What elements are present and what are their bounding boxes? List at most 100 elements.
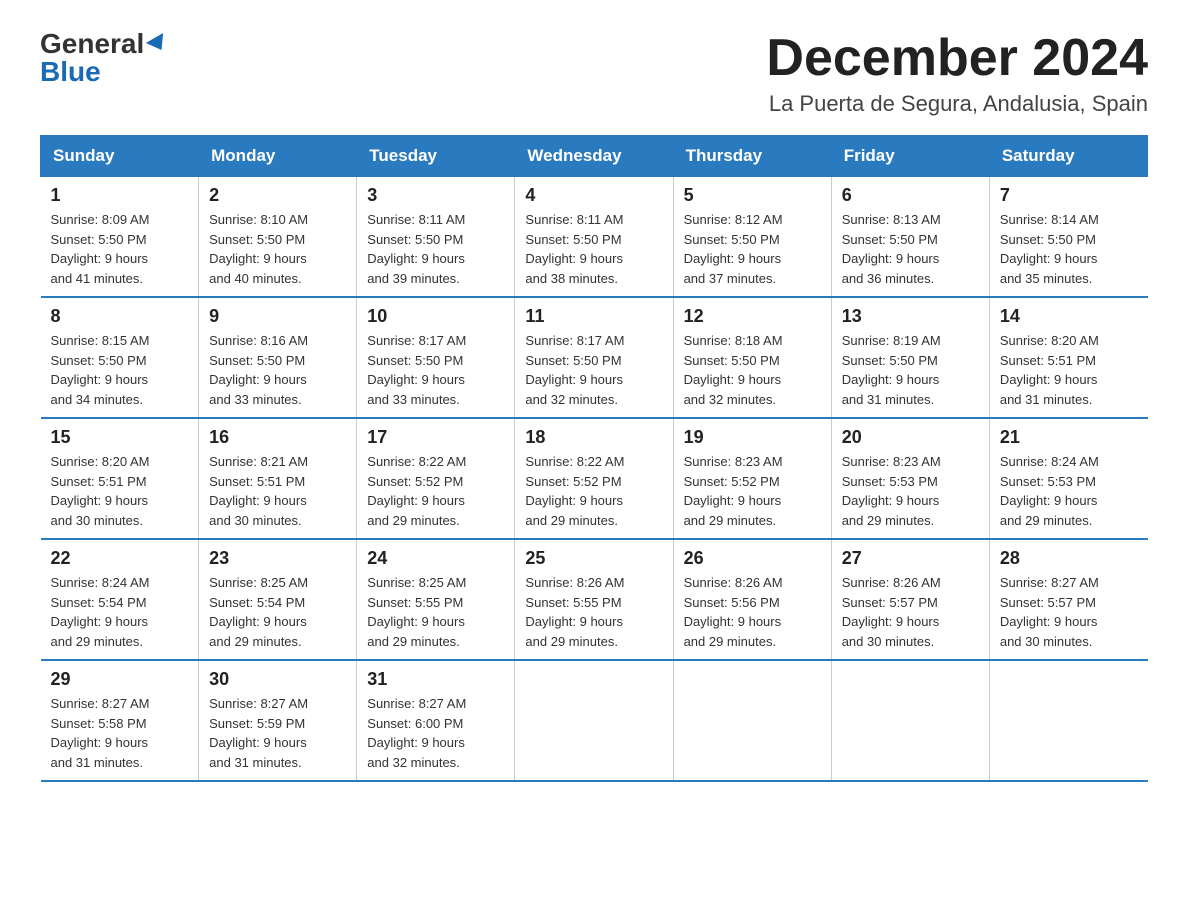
day-info: Sunrise: 8:18 AMSunset: 5:50 PMDaylight:… (684, 331, 821, 409)
day-info: Sunrise: 8:17 AMSunset: 5:50 PMDaylight:… (525, 331, 662, 409)
day-info: Sunrise: 8:14 AMSunset: 5:50 PMDaylight:… (1000, 210, 1138, 288)
day-number: 7 (1000, 185, 1138, 206)
day-number: 17 (367, 427, 504, 448)
day-info: Sunrise: 8:23 AMSunset: 5:52 PMDaylight:… (684, 452, 821, 530)
day-info: Sunrise: 8:23 AMSunset: 5:53 PMDaylight:… (842, 452, 979, 530)
day-info: Sunrise: 8:27 AMSunset: 5:59 PMDaylight:… (209, 694, 346, 772)
day-number: 26 (684, 548, 821, 569)
calendar-header-row: SundayMondayTuesdayWednesdayThursdayFrid… (41, 136, 1148, 177)
calendar-cell: 6 Sunrise: 8:13 AMSunset: 5:50 PMDaylight… (831, 177, 989, 298)
calendar-cell: 31 Sunrise: 8:27 AMSunset: 6:00 PMDayligh… (357, 660, 515, 781)
calendar-cell: 23 Sunrise: 8:25 AMSunset: 5:54 PMDayligh… (199, 539, 357, 660)
calendar-cell: 1Sunrise: 8:09 AMSunset: 5:50 PMDaylight… (41, 177, 199, 298)
day-info: Sunrise: 8:26 AMSunset: 5:56 PMDaylight:… (684, 573, 821, 651)
day-info: Sunrise: 8:26 AMSunset: 5:57 PMDaylight:… (842, 573, 979, 651)
header-saturday: Saturday (989, 136, 1147, 177)
header-wednesday: Wednesday (515, 136, 673, 177)
day-number: 22 (51, 548, 189, 569)
calendar-cell: 12 Sunrise: 8:18 AMSunset: 5:50 PMDayligh… (673, 297, 831, 418)
day-info: Sunrise: 8:27 AMSunset: 5:57 PMDaylight:… (1000, 573, 1138, 651)
day-number: 14 (1000, 306, 1138, 327)
calendar-week-row: 1Sunrise: 8:09 AMSunset: 5:50 PMDaylight… (41, 177, 1148, 298)
day-number: 28 (1000, 548, 1138, 569)
day-info: Sunrise: 8:20 AMSunset: 5:51 PMDaylight:… (51, 452, 189, 530)
logo-general-text: General (40, 30, 144, 58)
calendar-cell: 15 Sunrise: 8:20 AMSunset: 5:51 PMDayligh… (41, 418, 199, 539)
calendar-cell: 4 Sunrise: 8:11 AMSunset: 5:50 PMDaylight… (515, 177, 673, 298)
day-info: Sunrise: 8:26 AMSunset: 5:55 PMDaylight:… (525, 573, 662, 651)
calendar-cell: 27 Sunrise: 8:26 AMSunset: 5:57 PMDayligh… (831, 539, 989, 660)
calendar-week-row: 29 Sunrise: 8:27 AMSunset: 5:58 PMDayligh… (41, 660, 1148, 781)
day-info: Sunrise: 8:25 AMSunset: 5:54 PMDaylight:… (209, 573, 346, 651)
title-block: December 2024 La Puerta de Segura, Andal… (766, 30, 1148, 117)
day-info: Sunrise: 8:20 AMSunset: 5:51 PMDaylight:… (1000, 331, 1138, 409)
day-number: 11 (525, 306, 662, 327)
day-number: 21 (1000, 427, 1138, 448)
day-number: 25 (525, 548, 662, 569)
day-info: Sunrise: 8:22 AMSunset: 5:52 PMDaylight:… (525, 452, 662, 530)
calendar-cell: 8 Sunrise: 8:15 AMSunset: 5:50 PMDaylight… (41, 297, 199, 418)
day-info: Sunrise: 8:27 AMSunset: 5:58 PMDaylight:… (51, 694, 189, 772)
day-number: 18 (525, 427, 662, 448)
day-number: 23 (209, 548, 346, 569)
day-info: Sunrise: 8:15 AMSunset: 5:50 PMDaylight:… (51, 331, 189, 409)
calendar-cell: 2Sunrise: 8:10 AMSunset: 5:50 PMDaylight… (199, 177, 357, 298)
day-number: 5 (684, 185, 821, 206)
day-info: Sunrise: 8:27 AMSunset: 6:00 PMDaylight:… (367, 694, 504, 772)
calendar-title: December 2024 (766, 30, 1148, 87)
calendar-cell (673, 660, 831, 781)
day-info: Sunrise: 8:24 AMSunset: 5:54 PMDaylight:… (51, 573, 189, 651)
calendar-cell: 28 Sunrise: 8:27 AMSunset: 5:57 PMDayligh… (989, 539, 1147, 660)
day-info: Sunrise: 8:22 AMSunset: 5:52 PMDaylight:… (367, 452, 504, 530)
day-number: 10 (367, 306, 504, 327)
day-info: Sunrise: 8:17 AMSunset: 5:50 PMDaylight:… (367, 331, 504, 409)
day-number: 20 (842, 427, 979, 448)
calendar-cell: 7 Sunrise: 8:14 AMSunset: 5:50 PMDaylight… (989, 177, 1147, 298)
logo-triangle-icon (146, 33, 170, 55)
calendar-cell: 3 Sunrise: 8:11 AMSunset: 5:50 PMDaylight… (357, 177, 515, 298)
day-number: 29 (51, 669, 189, 690)
day-number: 6 (842, 185, 979, 206)
day-number: 4 (525, 185, 662, 206)
header-tuesday: Tuesday (357, 136, 515, 177)
day-number: 24 (367, 548, 504, 569)
calendar-cell: 21 Sunrise: 8:24 AMSunset: 5:53 PMDayligh… (989, 418, 1147, 539)
header-thursday: Thursday (673, 136, 831, 177)
day-number: 31 (367, 669, 504, 690)
day-number: 16 (209, 427, 346, 448)
day-info: Sunrise: 8:13 AMSunset: 5:50 PMDaylight:… (842, 210, 979, 288)
day-number: 27 (842, 548, 979, 569)
day-info: Sunrise: 8:24 AMSunset: 5:53 PMDaylight:… (1000, 452, 1138, 530)
calendar-cell: 20 Sunrise: 8:23 AMSunset: 5:53 PMDayligh… (831, 418, 989, 539)
calendar-cell: 29 Sunrise: 8:27 AMSunset: 5:58 PMDayligh… (41, 660, 199, 781)
header-sunday: Sunday (41, 136, 199, 177)
calendar-cell: 11 Sunrise: 8:17 AMSunset: 5:50 PMDayligh… (515, 297, 673, 418)
day-number: 3 (367, 185, 504, 206)
day-number: 12 (684, 306, 821, 327)
calendar-cell: 14 Sunrise: 8:20 AMSunset: 5:51 PMDayligh… (989, 297, 1147, 418)
calendar-cell: 10 Sunrise: 8:17 AMSunset: 5:50 PMDayligh… (357, 297, 515, 418)
day-info: Sunrise: 8:16 AMSunset: 5:50 PMDaylight:… (209, 331, 346, 409)
calendar-week-row: 15 Sunrise: 8:20 AMSunset: 5:51 PMDayligh… (41, 418, 1148, 539)
calendar-cell: 24 Sunrise: 8:25 AMSunset: 5:55 PMDayligh… (357, 539, 515, 660)
calendar-cell: 26 Sunrise: 8:26 AMSunset: 5:56 PMDayligh… (673, 539, 831, 660)
day-info: Sunrise: 8:09 AMSunset: 5:50 PMDaylight:… (51, 210, 189, 288)
day-number: 2 (209, 185, 346, 206)
day-info: Sunrise: 8:11 AMSunset: 5:50 PMDaylight:… (367, 210, 504, 288)
header-monday: Monday (199, 136, 357, 177)
day-info: Sunrise: 8:11 AMSunset: 5:50 PMDaylight:… (525, 210, 662, 288)
day-info: Sunrise: 8:25 AMSunset: 5:55 PMDaylight:… (367, 573, 504, 651)
day-info: Sunrise: 8:21 AMSunset: 5:51 PMDaylight:… (209, 452, 346, 530)
calendar-cell: 9Sunrise: 8:16 AMSunset: 5:50 PMDaylight… (199, 297, 357, 418)
calendar-cell: 22 Sunrise: 8:24 AMSunset: 5:54 PMDayligh… (41, 539, 199, 660)
calendar-cell: 18 Sunrise: 8:22 AMSunset: 5:52 PMDayligh… (515, 418, 673, 539)
day-number: 13 (842, 306, 979, 327)
calendar-table: SundayMondayTuesdayWednesdayThursdayFrid… (40, 135, 1148, 782)
day-info: Sunrise: 8:12 AMSunset: 5:50 PMDaylight:… (684, 210, 821, 288)
day-number: 8 (51, 306, 189, 327)
calendar-week-row: 8 Sunrise: 8:15 AMSunset: 5:50 PMDaylight… (41, 297, 1148, 418)
calendar-cell: 13Sunrise: 8:19 AMSunset: 5:50 PMDayligh… (831, 297, 989, 418)
header-friday: Friday (831, 136, 989, 177)
calendar-location: La Puerta de Segura, Andalusia, Spain (766, 91, 1148, 117)
day-number: 15 (51, 427, 189, 448)
